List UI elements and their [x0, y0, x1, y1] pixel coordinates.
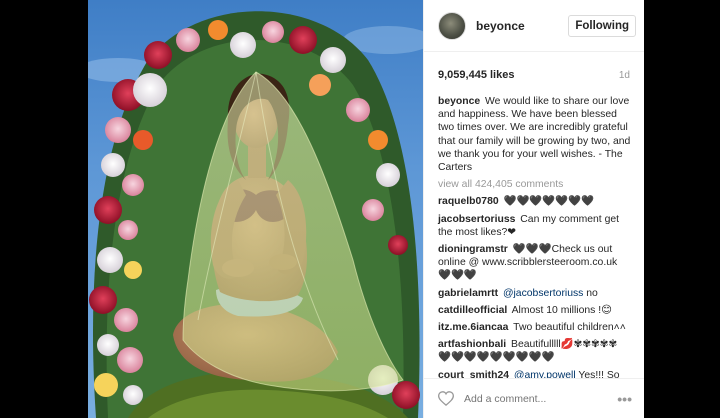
author-username[interactable]: beyonce — [476, 19, 568, 33]
comment-text: 🖤🖤🖤🖤🖤🖤🖤 — [503, 196, 595, 208]
comment-author[interactable]: gabrielamrtt — [438, 288, 498, 299]
like-count[interactable]: 9,059,445 likes — [438, 69, 514, 81]
comment-item: jacobsertoriuss Can my comment get the m… — [438, 213, 632, 239]
likes-row: 9,059,445 likes 1d — [424, 52, 644, 81]
comment-author[interactable]: jacobsertoriuss — [438, 214, 515, 225]
comment-item: artfashionbali Beautifulllll💋✾✾✾✾✾ 🖤🖤🖤🖤🖤… — [438, 338, 632, 364]
add-comment-input[interactable] — [464, 392, 618, 405]
following-button[interactable]: Following — [568, 14, 636, 37]
caption-author[interactable]: beyonce — [438, 96, 480, 107]
add-comment-bar: ••• — [424, 378, 644, 418]
comment-item: dioningramstr 🖤🖤🖤Check us out online @ w… — [438, 243, 632, 283]
comments-list: beyonce We would like to share our love … — [424, 81, 644, 382]
comment-text: Almost 10 millions !😊 — [511, 304, 612, 316]
comment-item: itz.me.6iancaa Two beautiful children˄˄ — [438, 321, 632, 334]
comment-item: gabrielamrtt @jacobsertoriuss no — [438, 287, 632, 300]
post-header: beyonce Following — [424, 0, 644, 52]
comment-author[interactable]: itz.me.6iancaa — [438, 322, 508, 333]
comment-author[interactable]: dioningramstr — [438, 244, 508, 255]
post-modal: beyonce Following 9,059,445 likes 1d bey… — [88, 0, 644, 418]
heart-icon[interactable] — [438, 391, 454, 406]
comment-text: Two beautiful children˄˄ — [513, 322, 626, 334]
maternity-photo-illustration — [88, 11, 423, 418]
comment-author[interactable]: artfashionbali — [438, 339, 506, 350]
comment-mention[interactable]: @jacobsertoriuss — [503, 288, 583, 299]
view-all-comments-link[interactable]: view all 424,405 comments — [438, 178, 632, 191]
caption-text: We would like to share our love and happ… — [438, 96, 631, 174]
more-options-icon[interactable]: ••• — [617, 391, 632, 407]
comment-text: no — [583, 287, 598, 299]
post-caption: beyonce We would like to share our love … — [438, 95, 632, 174]
avatar[interactable] — [438, 11, 466, 40]
post-photo[interactable] — [88, 0, 423, 418]
post-age[interactable]: 1d — [619, 70, 630, 81]
comment-author[interactable]: catdilleofficial — [438, 305, 507, 316]
comment-item: raquelb0780 🖤🖤🖤🖤🖤🖤🖤 — [438, 195, 632, 208]
comment-author[interactable]: raquelb0780 — [438, 196, 499, 207]
comment-item: catdilleofficial Almost 10 millions !😊 — [438, 304, 632, 317]
post-details-panel: beyonce Following 9,059,445 likes 1d bey… — [423, 0, 644, 418]
